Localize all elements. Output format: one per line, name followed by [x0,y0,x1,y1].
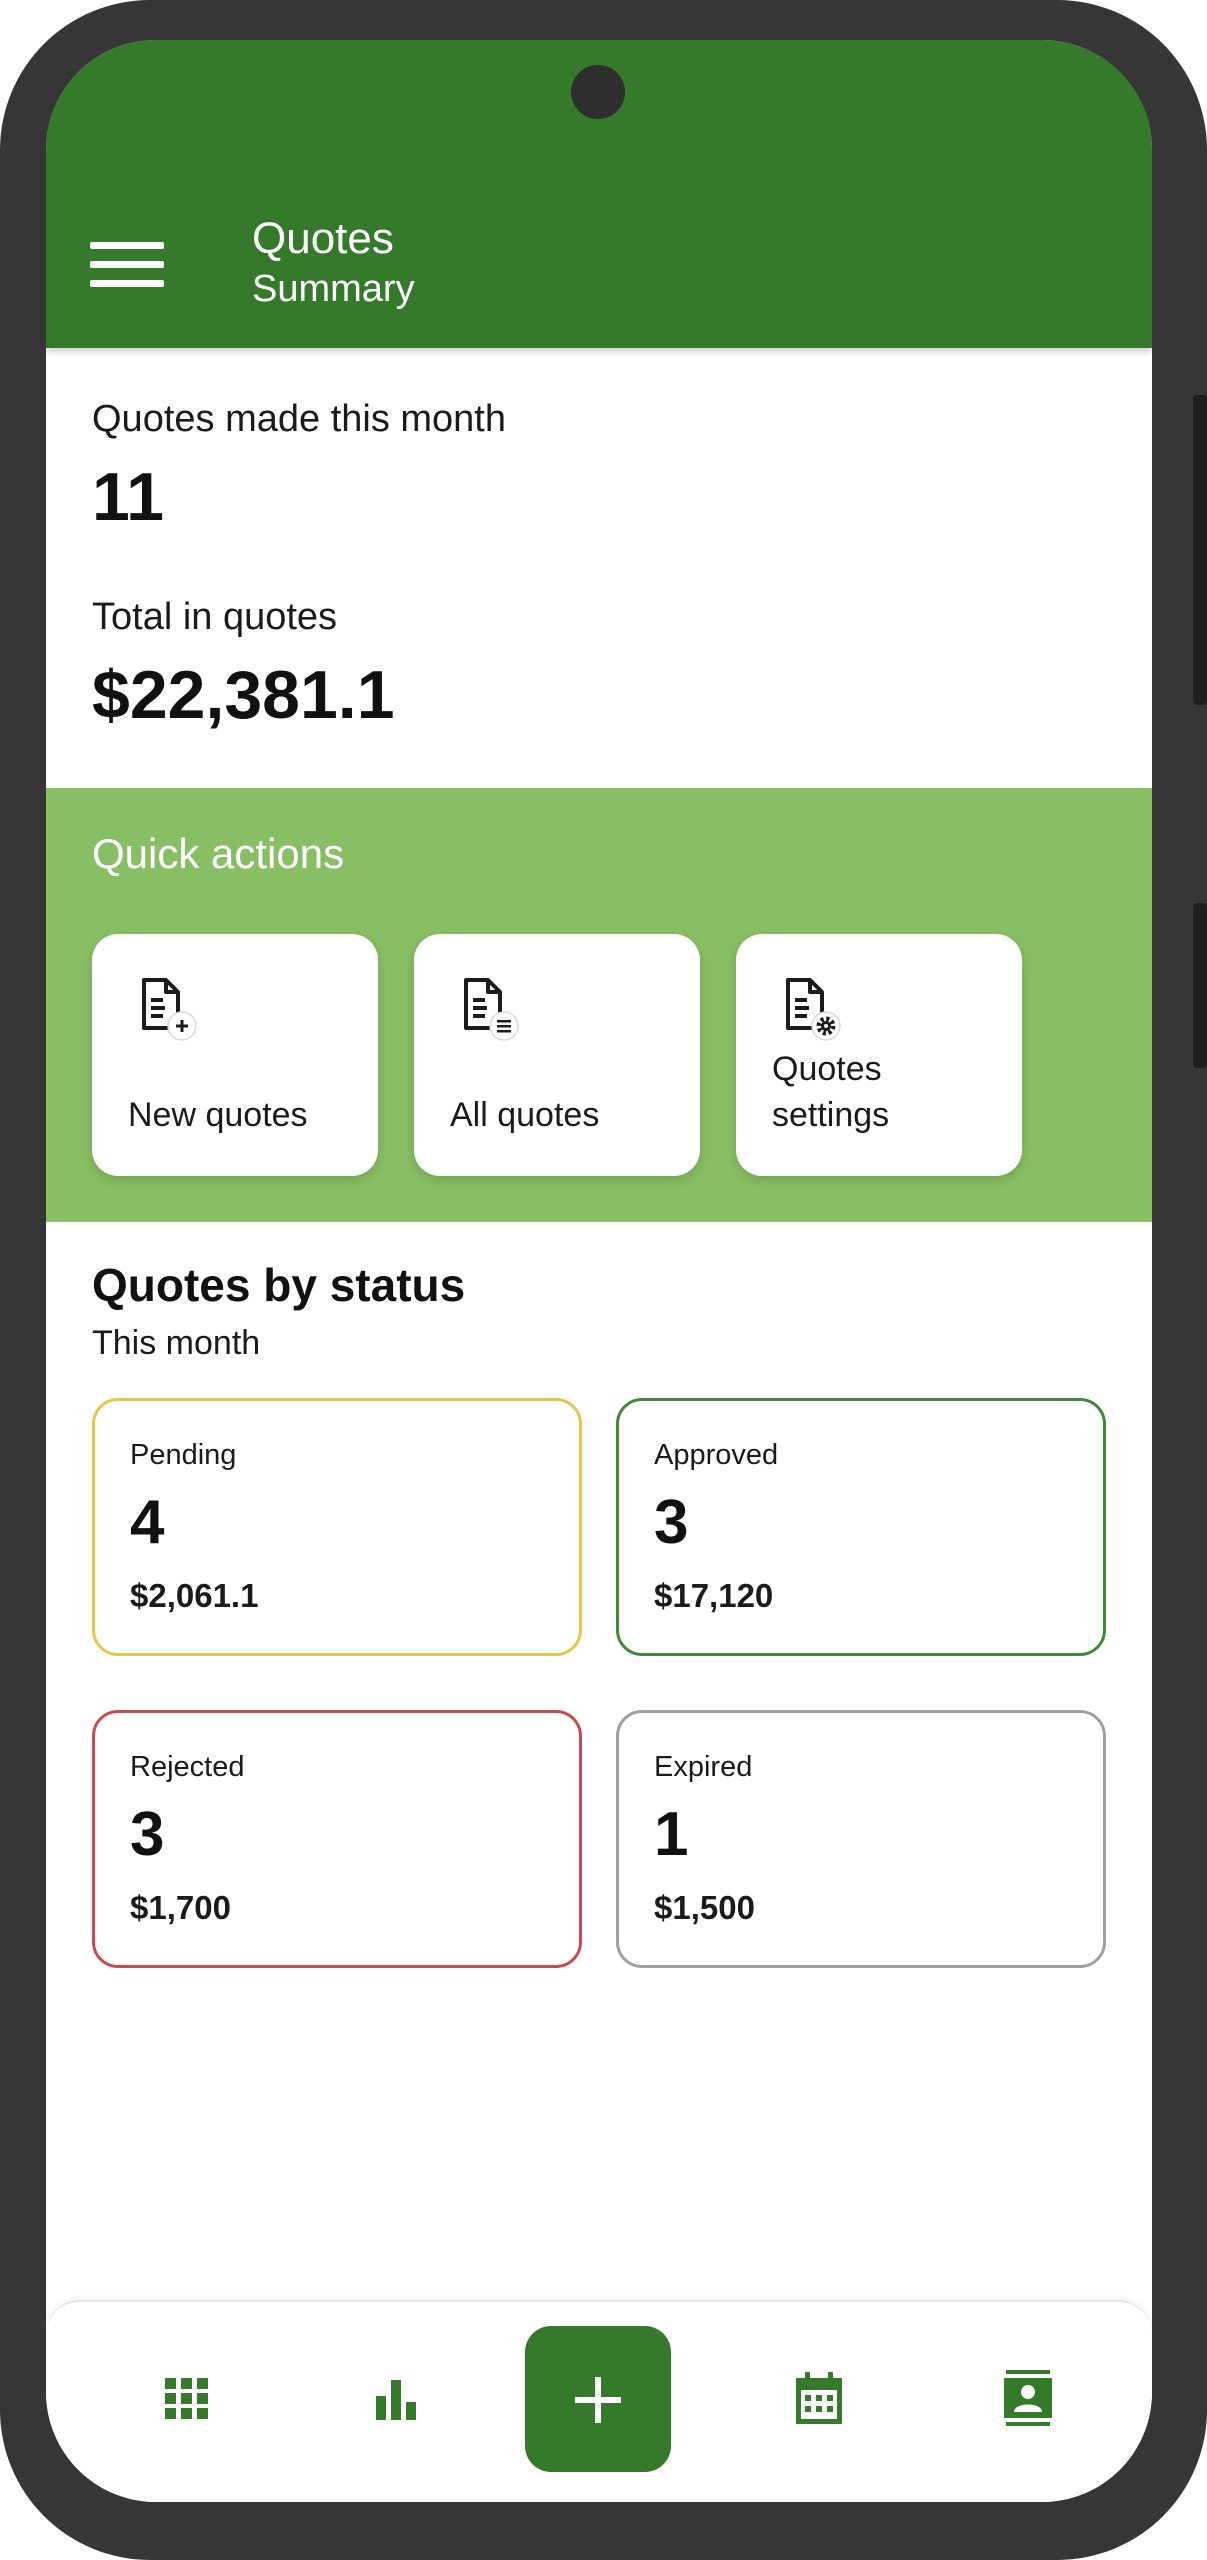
status-name: Pending [130,1439,237,1471]
device-frame: Quotes Summary Quotes made this month 11… [0,0,1207,2560]
quotes-total-value: $22,381.1 [92,657,395,733]
status-count: 1 [654,1800,689,1869]
status-amount: $17,120 [654,1577,774,1614]
quotes-count-label: Quotes made this month [92,398,506,440]
calendar-icon[interactable] [783,2362,855,2434]
power-button [1193,395,1207,705]
status-card-expired[interactable]: Expired 1 $1,500 [616,1710,1106,1968]
menu-icon[interactable] [90,240,164,288]
quotes-settings-label: Quotes settings [772,1050,890,1134]
status-name: Rejected [130,1751,245,1783]
bottom-navigation [46,2300,1152,2502]
status-count: 3 [654,1488,689,1557]
add-button[interactable] [525,2326,671,2472]
bar-chart-icon[interactable] [360,2362,432,2434]
camera-cutout [571,65,625,119]
page-subtitle: Summary [252,268,415,310]
status-card-rejected[interactable]: Rejected 3 $1,700 [92,1710,582,1968]
grid-icon[interactable] [151,2362,223,2434]
status-count: 3 [130,1800,165,1869]
status-card-approved[interactable]: Approved 3 $17,120 [616,1398,1106,1656]
status-section-subtitle: This month [92,1324,261,1362]
status-amount: $1,500 [654,1889,755,1926]
status-amount: $2,061.1 [130,1577,259,1614]
contacts-icon[interactable] [992,2362,1064,2434]
quotes-count-value: 11 [92,459,164,535]
status-name: Expired [654,1751,753,1783]
status-card-pending[interactable]: Pending 4 $2,061.1 [92,1398,582,1656]
new-quotes-button[interactable]: New quotes [92,934,378,1176]
document-add-icon [142,978,197,1041]
quick-actions-title: Quick actions [92,830,345,877]
stats-section: Quotes made this month 11 Total in quote… [46,348,1152,788]
volume-button [1193,903,1207,1068]
quick-actions-section: Quick actions New quotes All quotes Quot… [46,788,1152,1222]
page-title: Quotes [252,214,394,263]
status-count: 4 [130,1488,165,1557]
status-amount: $1,700 [130,1889,231,1926]
all-quotes-button[interactable]: All quotes [414,934,700,1176]
all-quotes-label: All quotes [450,1096,600,1134]
status-name: Approved [654,1439,779,1471]
status-section-title: Quotes by status [92,1259,466,1311]
quotes-settings-button[interactable]: Quotes settings [736,934,1022,1176]
quotes-total-label: Total in quotes [92,596,338,638]
screen: Quotes Summary Quotes made this month 11… [46,40,1152,2502]
document-settings-icon [786,978,841,1041]
new-quotes-label: New quotes [128,1096,308,1134]
document-list-icon [464,978,519,1041]
